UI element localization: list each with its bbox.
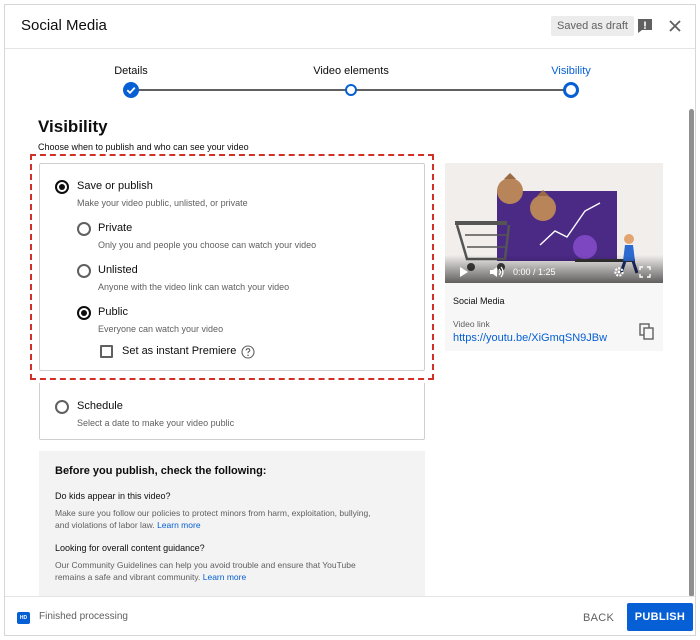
kids-policy-text: Make sure you follow our policies to pro… (55, 507, 375, 531)
video-link[interactable]: https://youtu.be/XiGmqSN9JBw (453, 332, 607, 344)
stepper-line (131, 89, 351, 91)
schedule-label[interactable]: Schedule (77, 400, 123, 412)
dialog-footer: HD Finished processing BACK PUBLISH (5, 596, 695, 635)
dialog-title: Social Media (21, 17, 107, 34)
step-details-label[interactable]: Details (114, 65, 148, 77)
step-video-elements-label[interactable]: Video elements (313, 65, 389, 77)
visibility-title: Visibility (38, 117, 108, 136)
unlisted-label[interactable]: Unlisted (98, 264, 138, 276)
checklist-title: Before you publish, check the following: (55, 465, 267, 477)
kids-learn-more-link[interactable]: Learn more (157, 520, 200, 530)
back-button[interactable]: BACK (583, 608, 614, 628)
visibility-subtitle: Choose when to publish and who can see y… (38, 142, 249, 152)
guidance-learn-more-link[interactable]: Learn more (203, 572, 246, 582)
guidance-question: Looking for overall content guidance? (55, 543, 205, 553)
upload-dialog: Social Media Saved as draft Details Vide… (4, 4, 696, 636)
save-or-publish-radio[interactable] (55, 180, 69, 194)
saved-as-draft-badge: Saved as draft (551, 16, 634, 36)
kids-question: Do kids appear in this video? (55, 491, 171, 501)
unlisted-radio[interactable] (77, 264, 91, 278)
schedule-card: Schedule Select a date to make your vide… (39, 383, 425, 440)
pre-publish-checklist: Before you publish, check the following:… (39, 451, 425, 601)
schedule-radio[interactable] (55, 400, 69, 414)
processing-status: Finished processing (39, 611, 128, 622)
video-name: Social Media (453, 296, 505, 306)
hd-icon: HD (17, 612, 30, 624)
unlisted-desc: Anyone with the video link can watch you… (98, 282, 290, 292)
private-label[interactable]: Private (98, 222, 132, 234)
dialog-header: Social Media Saved as draft (5, 5, 695, 49)
fullscreen-icon[interactable] (639, 266, 651, 278)
save-or-publish-card: Save or publish Make your video public, … (39, 163, 425, 371)
public-desc: Everyone can watch your video (98, 324, 224, 334)
video-link-label: Video link (453, 319, 490, 329)
help-icon[interactable] (241, 345, 255, 359)
step-video-elements-dot[interactable] (345, 84, 357, 96)
close-icon[interactable] (665, 16, 685, 36)
publish-button[interactable]: PUBLISH (627, 603, 693, 631)
instant-premiere-checkbox[interactable] (100, 345, 113, 358)
scrollbar-thumb[interactable] (689, 109, 694, 597)
video-time: 0:00 / 1:25 (513, 267, 556, 277)
guidance-text: Our Community Guidelines can help you av… (55, 559, 375, 583)
step-visibility-dot[interactable] (563, 82, 579, 98)
schedule-desc: Select a date to make your video public (77, 418, 235, 428)
instant-premiere-label[interactable]: Set as instant Premiere (122, 345, 236, 357)
progress-stepper: Details Video elements Visibility (5, 49, 695, 109)
save-or-publish-desc: Make your video public, unlisted, or pri… (77, 198, 248, 208)
copy-icon[interactable] (639, 323, 655, 341)
video-thumbnail[interactable] (445, 163, 663, 283)
stepper-line (351, 89, 571, 91)
kids-policy-body: Make sure you follow our policies to pro… (55, 508, 371, 530)
step-visibility-label[interactable]: Visibility (551, 65, 591, 77)
private-desc: Only you and people you choose can watch… (98, 240, 317, 250)
save-or-publish-label[interactable]: Save or publish (77, 180, 153, 192)
feedback-icon[interactable] (635, 16, 655, 36)
public-radio[interactable] (77, 306, 91, 320)
volume-icon[interactable] (489, 266, 505, 278)
settings-gear-icon[interactable] (613, 266, 625, 278)
video-preview-card: 0:00 / 1:25 Social Media Video link http… (445, 163, 663, 351)
play-icon[interactable] (459, 267, 469, 277)
private-radio[interactable] (77, 222, 91, 236)
step-details-check-icon[interactable] (123, 82, 139, 98)
public-label[interactable]: Public (98, 306, 128, 318)
